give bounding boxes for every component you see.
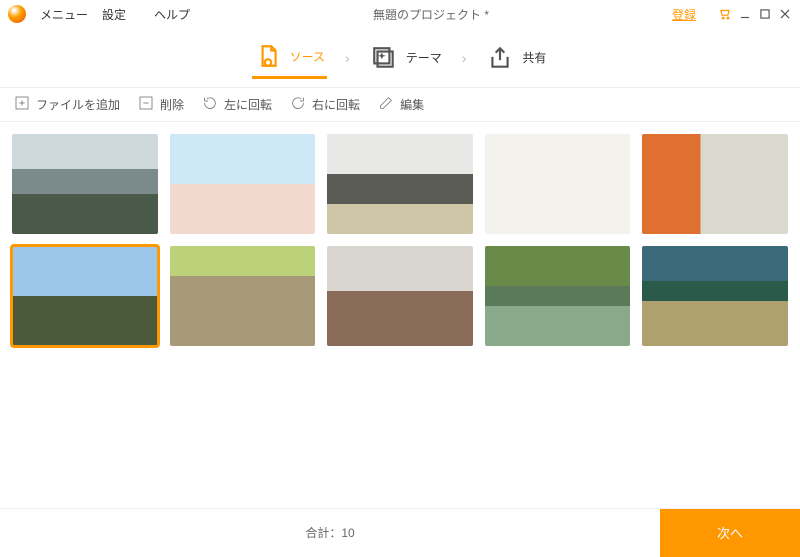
footer: 合計：10 次へ xyxy=(0,508,800,556)
cart-icon[interactable] xyxy=(718,7,732,21)
thumbnail[interactable] xyxy=(642,134,788,234)
add-files-label: ファイルを追加 xyxy=(36,96,120,113)
maximize-button[interactable] xyxy=(758,7,772,21)
rotate-right-icon xyxy=(290,95,306,114)
step-nav: ソース › テーマ › 共有 xyxy=(0,28,800,88)
total-count: 合計：10 xyxy=(0,524,660,541)
theme-icon xyxy=(370,44,398,72)
thumbnail[interactable] xyxy=(327,246,473,346)
edit-label: 編集 xyxy=(400,96,424,113)
thumbnail[interactable] xyxy=(12,134,158,234)
thumbnail[interactable] xyxy=(170,246,316,346)
menu-settings[interactable]: 設定 xyxy=(102,6,126,23)
plus-icon xyxy=(14,95,30,114)
step-theme[interactable]: テーマ xyxy=(368,38,444,78)
step-share-label: 共有 xyxy=(522,49,546,66)
app-logo xyxy=(8,5,26,23)
step-share[interactable]: 共有 xyxy=(484,38,548,78)
step-theme-label: テーマ xyxy=(406,49,442,66)
add-files-button[interactable]: ファイルを追加 xyxy=(14,95,120,114)
rotate-left-label: 左に回転 xyxy=(224,96,272,113)
chevron-right-icon: › xyxy=(345,50,350,66)
menu-help[interactable]: ヘルプ xyxy=(154,6,190,23)
thumbnail[interactable] xyxy=(485,134,631,234)
delete-label: 削除 xyxy=(160,96,184,113)
register-link[interactable]: 登録 xyxy=(672,6,696,23)
menu-menu[interactable]: メニュー xyxy=(40,6,88,23)
minus-icon xyxy=(138,95,154,114)
edit-icon xyxy=(378,95,394,114)
thumbnail[interactable] xyxy=(485,246,631,346)
delete-button[interactable]: 削除 xyxy=(138,95,184,114)
rotate-left-icon xyxy=(202,95,218,114)
edit-button[interactable]: 編集 xyxy=(378,95,424,114)
minimize-button[interactable] xyxy=(738,7,752,21)
rotate-left-button[interactable]: 左に回転 xyxy=(202,95,272,114)
source-icon xyxy=(254,42,282,70)
menu-bar: メニュー 設定 ヘルプ 無題のプロジェクト * 登録 xyxy=(0,0,800,28)
rotate-right-label: 右に回転 xyxy=(312,96,360,113)
rotate-right-button[interactable]: 右に回転 xyxy=(290,95,360,114)
step-source[interactable]: ソース xyxy=(252,36,327,79)
toolbar: ファイルを追加 削除 左に回転 右に回転 編集 xyxy=(0,88,800,122)
gallery xyxy=(0,122,800,508)
thumbnail[interactable] xyxy=(642,246,788,346)
thumbnail[interactable] xyxy=(327,134,473,234)
chevron-right-icon: › xyxy=(462,50,467,66)
step-source-label: ソース xyxy=(290,48,325,65)
next-button[interactable]: 次へ xyxy=(660,509,800,557)
project-title: 無題のプロジェクト * xyxy=(204,6,658,23)
share-icon xyxy=(486,44,514,72)
thumbnail[interactable] xyxy=(12,246,158,346)
thumbnail[interactable] xyxy=(170,134,316,234)
close-button[interactable] xyxy=(778,7,792,21)
